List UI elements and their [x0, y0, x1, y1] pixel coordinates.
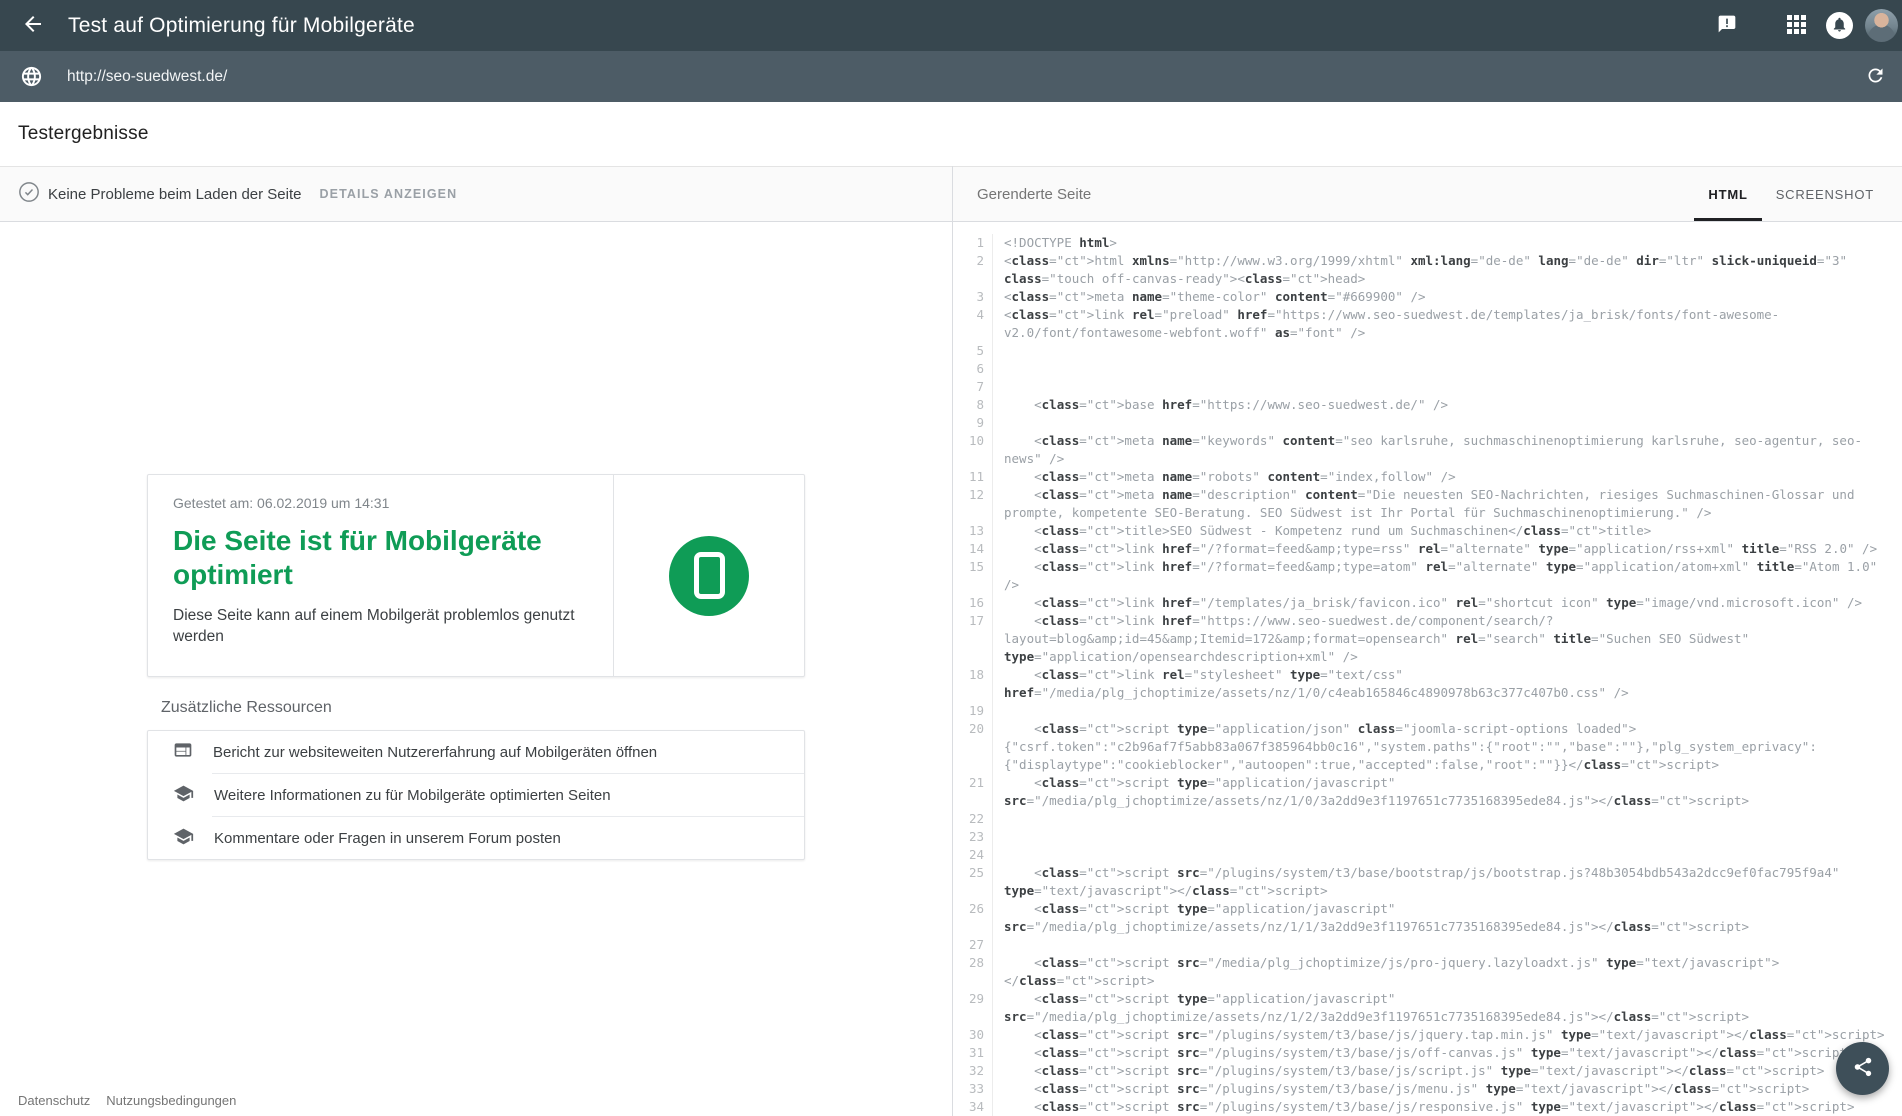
verdict-description: Diese Seite kann auf einem Mobilgerät pr… — [173, 605, 593, 647]
code-line: 15 <class="ct">link href="/?format=feed&… — [953, 558, 1902, 594]
footer: Datenschutz Nutzungsbedingungen — [18, 1093, 236, 1108]
code-line: 20 <class="ct">script type="application/… — [953, 720, 1902, 774]
rendered-page-label: Gerenderte Seite — [977, 186, 1694, 203]
feedback-button[interactable] — [1717, 14, 1737, 37]
results-heading-row: Testergebnisse — [0, 102, 1902, 166]
bell-icon — [1831, 16, 1848, 36]
code-line: 5 — [953, 342, 1902, 360]
details-link[interactable]: DETAILS ANZEIGEN — [320, 187, 458, 201]
notifications-button[interactable] — [1826, 12, 1853, 39]
apps-grid-button[interactable] — [1787, 15, 1806, 37]
globe-icon — [20, 65, 43, 88]
code-line: 27 — [953, 936, 1902, 954]
status-message: Keine Probleme beim Laden der Seite — [48, 186, 302, 203]
resource-link-more-info[interactable]: Weitere Informationen zu für Mobilgeräte… — [148, 774, 804, 817]
code-line: 9 — [953, 414, 1902, 432]
code-line: 28 <class="ct">script src="/media/plg_jc… — [953, 954, 1902, 990]
code-line: 10 <class="ct">meta name="keywords" cont… — [953, 432, 1902, 468]
check-circle-icon — [18, 181, 40, 208]
code-line: 7 — [953, 378, 1902, 396]
code-line: 8 <class="ct">base href="https://www.seo… — [953, 396, 1902, 414]
code-line: 25 <class="ct">script src="/plugins/syst… — [953, 864, 1902, 900]
rendered-html-code-panel[interactable]: 1<!DOCTYPE html>2<class="ct">html xmlns=… — [953, 222, 1902, 1116]
code-line: 12 <class="ct">meta name="description" c… — [953, 486, 1902, 522]
web-report-icon — [173, 740, 193, 765]
code-line: 22 — [953, 810, 1902, 828]
code-line: 19 — [953, 702, 1902, 720]
resource-label: Kommentare oder Fragen in unserem Forum … — [214, 830, 561, 847]
terms-link[interactable]: Nutzungsbedingungen — [106, 1093, 236, 1108]
code-line: 6 — [953, 360, 1902, 378]
tab-bar: HTML SCREENSHOT — [1694, 167, 1888, 221]
code-line: 17 <class="ct">link href="https://www.se… — [953, 612, 1902, 666]
code-line: 2<class="ct">html xmlns="http://www.w3.o… — [953, 252, 1902, 288]
back-button[interactable] — [20, 13, 46, 39]
code-line: 3<class="ct">meta name="theme-color" con… — [953, 288, 1902, 306]
apps-grid-icon — [1787, 15, 1806, 37]
refresh-button[interactable] — [1865, 65, 1886, 89]
school-icon — [173, 783, 194, 809]
smartphone-icon — [669, 536, 749, 616]
app-bar: Test auf Optimierung für Mobilgeräte — [0, 0, 1902, 51]
code-line: 32 <class="ct">script src="/plugins/syst… — [953, 1062, 1902, 1080]
result-card: Getestet am: 06.02.2019 um 14:31 Die Sei… — [147, 474, 805, 677]
page-title: Testergebnisse — [18, 123, 149, 145]
url-text[interactable]: http://seo-suedwest.de/ — [67, 68, 1865, 86]
school-icon — [173, 826, 194, 852]
code-line: 1<!DOCTYPE html> — [953, 234, 1902, 252]
share-icon — [1852, 1056, 1874, 1081]
code-line: 33 <class="ct">script src="/plugins/syst… — [953, 1080, 1902, 1098]
resources-heading: Zusätzliche Ressourcen — [161, 699, 332, 717]
tab-html[interactable]: HTML — [1694, 167, 1761, 221]
code-line: 21 <class="ct">script type="application/… — [953, 774, 1902, 810]
tested-at-label: Getestet am: 06.02.2019 um 14:31 — [173, 495, 593, 511]
resource-label: Bericht zur websiteweiten Nutzererfahrun… — [213, 744, 657, 761]
url-bar: http://seo-suedwest.de/ — [0, 51, 1902, 102]
privacy-link[interactable]: Datenschutz — [18, 1093, 90, 1108]
results-panel: Getestet am: 06.02.2019 um 14:31 Die Sei… — [0, 222, 952, 1116]
code-line: 30 <class="ct">script src="/plugins/syst… — [953, 1026, 1902, 1044]
resource-link-usability-report[interactable]: Bericht zur websiteweiten Nutzererfahrun… — [148, 731, 804, 774]
code-line: 4<class="ct">link rel="preload" href="ht… — [953, 306, 1902, 342]
refresh-icon — [1865, 65, 1886, 89]
code-line: 31 <class="ct">script src="/plugins/syst… — [953, 1044, 1902, 1062]
code-line: 29 <class="ct">script type="application/… — [953, 990, 1902, 1026]
verdict-title: Die Seite ist für Mobilgeräte optimiert — [173, 524, 593, 592]
load-status: Keine Probleme beim Laden der Seite DETA… — [0, 167, 952, 221]
code-line: 16 <class="ct">link href="/templates/ja_… — [953, 594, 1902, 612]
code-line: 34 <class="ct">script src="/plugins/syst… — [953, 1098, 1902, 1116]
code-line: 11 <class="ct">meta name="robots" conten… — [953, 468, 1902, 486]
code-line: 26 <class="ct">script type="application/… — [953, 900, 1902, 936]
feedback-icon — [1717, 14, 1737, 37]
avatar[interactable] — [1865, 9, 1898, 42]
code-line: 24 — [953, 846, 1902, 864]
back-arrow-icon — [21, 12, 45, 39]
rendered-page-header: Gerenderte Seite HTML SCREENSHOT — [952, 167, 1902, 221]
source-code: 1<!DOCTYPE html>2<class="ct">html xmlns=… — [953, 234, 1902, 1116]
resource-label: Weitere Informationen zu für Mobilgeräte… — [214, 787, 611, 804]
code-line: 23 — [953, 828, 1902, 846]
share-fab[interactable] — [1836, 1042, 1889, 1095]
code-line: 14 <class="ct">link href="/?format=feed&… — [953, 540, 1902, 558]
resource-link-forum[interactable]: Kommentare oder Fragen in unserem Forum … — [148, 817, 804, 860]
app-title: Test auf Optimierung für Mobilgeräte — [68, 14, 415, 38]
code-line: 18 <class="ct">link rel="stylesheet" typ… — [953, 666, 1902, 702]
tab-screenshot[interactable]: SCREENSHOT — [1762, 167, 1888, 221]
code-line: 13 <class="ct">title>SEO Südwest - Kompe… — [953, 522, 1902, 540]
resources-card: Bericht zur websiteweiten Nutzererfahrun… — [147, 730, 805, 860]
status-bar: Keine Probleme beim Laden der Seite DETA… — [0, 166, 1902, 222]
